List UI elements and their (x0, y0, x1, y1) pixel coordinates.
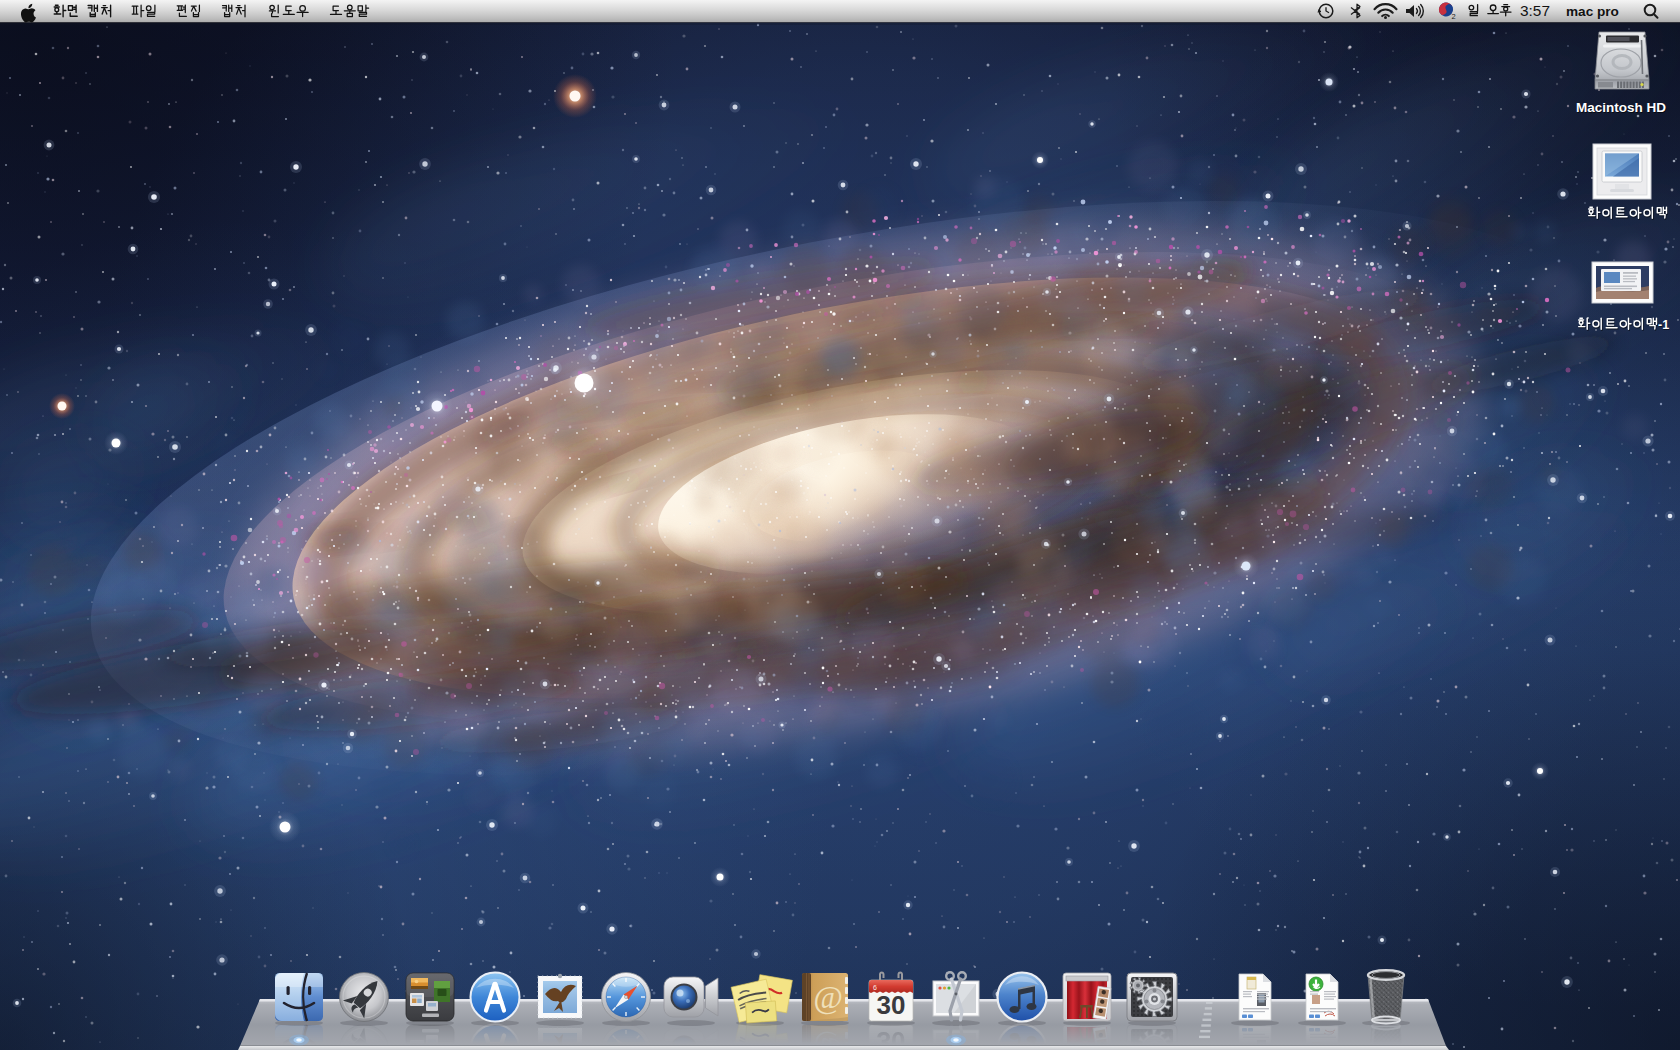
svg-text:2: 2 (1452, 12, 1456, 21)
svg-text:3:57: 3:57 (1520, 2, 1550, 19)
svg-text:Macintosh HD: Macintosh HD (1576, 100, 1666, 115)
svg-text:mac pro: mac pro (1566, 4, 1619, 19)
svg-text:-1: -1 (1658, 318, 1669, 332)
